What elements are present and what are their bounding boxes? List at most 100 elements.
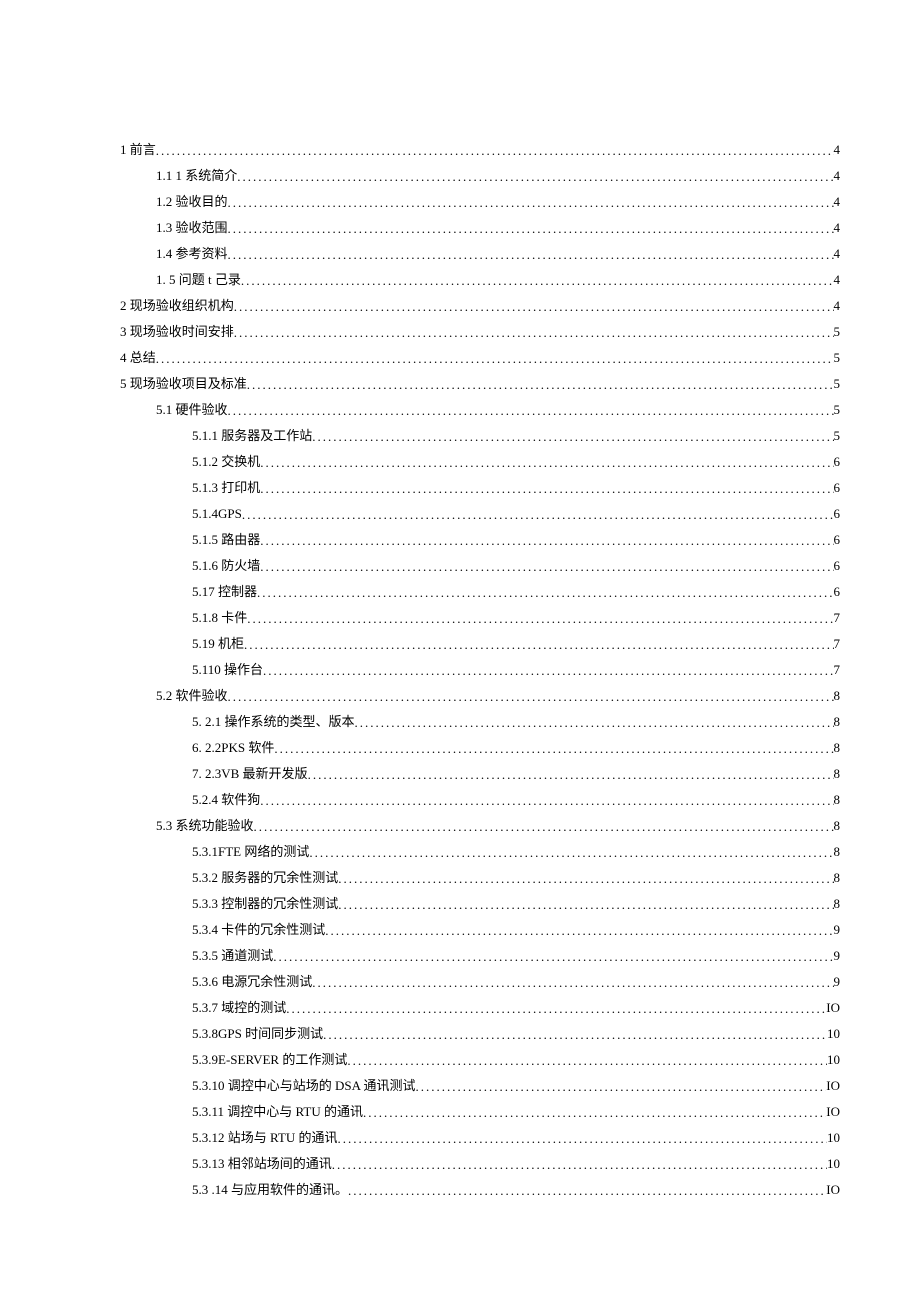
toc-label: 3 现场验收时间安排 xyxy=(120,322,234,342)
toc-entry[interactable]: 5.3 系统功能验收8 xyxy=(120,816,840,836)
toc-label: 5.19 机柜 xyxy=(192,634,244,654)
toc-label: 5.3.5 通道测试 xyxy=(192,946,273,966)
toc-entry[interactable]: 1 前言4 xyxy=(120,140,840,160)
toc-entry[interactable]: 5.1.3 打印机6 xyxy=(120,478,840,498)
toc-entry[interactable]: 5.110 操作台7 xyxy=(120,660,840,680)
toc-label: 5 现场验收项目及标准 xyxy=(120,374,247,394)
toc-entry[interactable]: 5.17 控制器6 xyxy=(120,582,840,602)
toc-entry[interactable]: 1.3 验收范围 4 xyxy=(120,218,840,238)
toc-leader xyxy=(234,297,834,317)
toc-entry[interactable]: 5.3.13 相邻站场间的通讯10 xyxy=(120,1154,840,1174)
toc-label: 5.1.6 防火墙 xyxy=(192,556,260,576)
toc-leader xyxy=(363,1103,826,1123)
toc-page: 6 xyxy=(834,556,841,576)
toc-entry[interactable]: 1.4 参考资料 4 xyxy=(120,244,840,264)
toc-leader xyxy=(323,1025,827,1045)
toc-entry[interactable]: 1.1 1 系统简介4 xyxy=(120,166,840,186)
toc-leader xyxy=(260,557,833,577)
toc-label: 5.1.8 卡件 xyxy=(192,608,247,628)
toc-entry[interactable]: 3 现场验收时间安排 5 xyxy=(120,322,840,342)
toc-entry[interactable]: 5.3.12 站场与 RTU 的通讯10 xyxy=(120,1128,840,1148)
toc-page: IO xyxy=(826,1102,840,1122)
toc-entry[interactable]: 2 现场验收组织机构4 xyxy=(120,296,840,316)
toc-label: 5. 2.1 操作系统的类型、版本 xyxy=(192,712,355,732)
toc-entry[interactable]: 5.3.10 调控中心与站场的 DSA 通讯测试IO xyxy=(120,1076,840,1096)
toc-page: 7 xyxy=(834,608,841,628)
toc-entry[interactable]: 5.3 .14 与应用软件的通讯。IO xyxy=(120,1180,840,1200)
toc-label: 5.3.2 服务器的冗余性测试 xyxy=(192,868,338,888)
toc-leader xyxy=(309,843,833,863)
toc-entry[interactable]: 4 总结5 xyxy=(120,348,840,368)
toc-label: 5.17 控制器 xyxy=(192,582,257,602)
toc-leader xyxy=(332,1155,827,1175)
toc-label: 1.4 参考资料 xyxy=(156,244,228,264)
toc-leader xyxy=(257,583,833,603)
toc-entry[interactable]: 5.3.4 卡件的冗余性测试9 xyxy=(120,920,840,940)
toc-page: 6 xyxy=(834,452,841,472)
toc-page: 4 xyxy=(834,244,841,264)
toc-entry[interactable]: 5.1.5 路由器6 xyxy=(120,530,840,550)
toc-label: 4 总结 xyxy=(120,348,156,368)
toc-leader xyxy=(228,219,834,239)
toc-label: 1.3 验收范围 xyxy=(156,218,228,238)
toc-page: 10 xyxy=(827,1050,840,1070)
toc-page: 4 xyxy=(834,192,841,212)
toc-page: 4 xyxy=(834,218,841,238)
toc-page: 8 xyxy=(834,738,841,758)
toc-leader xyxy=(247,609,833,629)
toc-entry[interactable]: 6. 2.2PKS 软件8 xyxy=(120,738,840,758)
toc-entry[interactable]: 5.3.9E-SERVER 的工作测试10 xyxy=(120,1050,840,1070)
toc-leader xyxy=(338,895,833,915)
toc-entry[interactable]: 5.19 机柜7 xyxy=(120,634,840,654)
toc-page: IO xyxy=(826,998,840,1018)
toc-leader xyxy=(260,531,833,551)
toc-leader xyxy=(228,401,834,421)
toc-label: 5.1.1 服务器及工作站 xyxy=(192,426,312,446)
toc-leader xyxy=(273,947,833,967)
toc-label: 5.2 软件验收 xyxy=(156,686,228,706)
toc-leader xyxy=(156,349,834,369)
toc-page: 4 xyxy=(834,140,841,160)
toc-page: 9 xyxy=(834,946,841,966)
toc-leader xyxy=(254,817,834,837)
toc-entry[interactable]: 5.3.11 调控中心与 RTU 的通讯IO xyxy=(120,1102,840,1122)
toc-leader xyxy=(228,193,834,213)
toc-entry[interactable]: 1.2 验收目的4 xyxy=(120,192,840,212)
toc-entry[interactable]: 5.3.8GPS 时间同步测试10 xyxy=(120,1024,840,1044)
toc-page: 8 xyxy=(834,712,841,732)
toc-page: 5 xyxy=(834,322,841,342)
toc-entry[interactable]: 5.3.7 域控的测试IO xyxy=(120,998,840,1018)
toc-entry[interactable]: 5.1 硬件验收5 xyxy=(120,400,840,420)
toc-label: 5.1.3 打印机 xyxy=(192,478,260,498)
toc-page: 6 xyxy=(834,504,841,524)
toc-entry[interactable]: 5 现场验收项目及标准 5 xyxy=(120,374,840,394)
toc-label: 5.3 系统功能验收 xyxy=(156,816,254,836)
toc-entry[interactable]: 5.1.8 卡件 7 xyxy=(120,608,840,628)
toc-entry[interactable]: 5.3.3 控制器的冗余性测试8 xyxy=(120,894,840,914)
toc-entry[interactable]: 5.1.1 服务器及工作站5 xyxy=(120,426,840,446)
toc-leader xyxy=(308,765,834,785)
toc-entry[interactable]: 5.2.4 软件狗 8 xyxy=(120,790,840,810)
toc-entry[interactable]: 5.2 软件验收8 xyxy=(120,686,840,706)
toc-leader xyxy=(156,141,834,161)
toc-label: 5.2.4 软件狗 xyxy=(192,790,260,810)
toc-entry[interactable]: 5.1.2 交换机 6 xyxy=(120,452,840,472)
toc-entry[interactable]: 5.1.4GPS6 xyxy=(120,504,840,524)
toc-entry[interactable]: 5.3.5 通道测试 9 xyxy=(120,946,840,966)
toc-page: 10 xyxy=(827,1024,840,1044)
toc-label: 5.1.2 交换机 xyxy=(192,452,260,472)
toc-entry[interactable]: 5.3.2 服务器的冗余性测试8 xyxy=(120,868,840,888)
toc-page: 8 xyxy=(834,894,841,914)
toc-leader xyxy=(237,167,833,187)
toc-page: 5 xyxy=(834,374,841,394)
toc-entry[interactable]: 5.3.1FTE 网络的测试8 xyxy=(120,842,840,862)
toc-entry[interactable]: 7. 2.3VB 最新开发版8 xyxy=(120,764,840,784)
toc-entry[interactable]: 5.3.6 电源冗余性测试9 xyxy=(120,972,840,992)
toc-entry[interactable]: 5.1.6 防火墙 6 xyxy=(120,556,840,576)
toc-entry[interactable]: 1. 5 问题 t 己录4 xyxy=(120,270,840,290)
toc-label: 5.3.10 调控中心与站场的 DSA 通讯测试 xyxy=(192,1076,416,1096)
toc-entry[interactable]: 5. 2.1 操作系统的类型、版本 8 xyxy=(120,712,840,732)
toc-label: 1.1 1 系统简介 xyxy=(156,166,237,186)
toc-label: 5.3.1FTE 网络的测试 xyxy=(192,842,309,862)
toc-page: 8 xyxy=(834,790,841,810)
